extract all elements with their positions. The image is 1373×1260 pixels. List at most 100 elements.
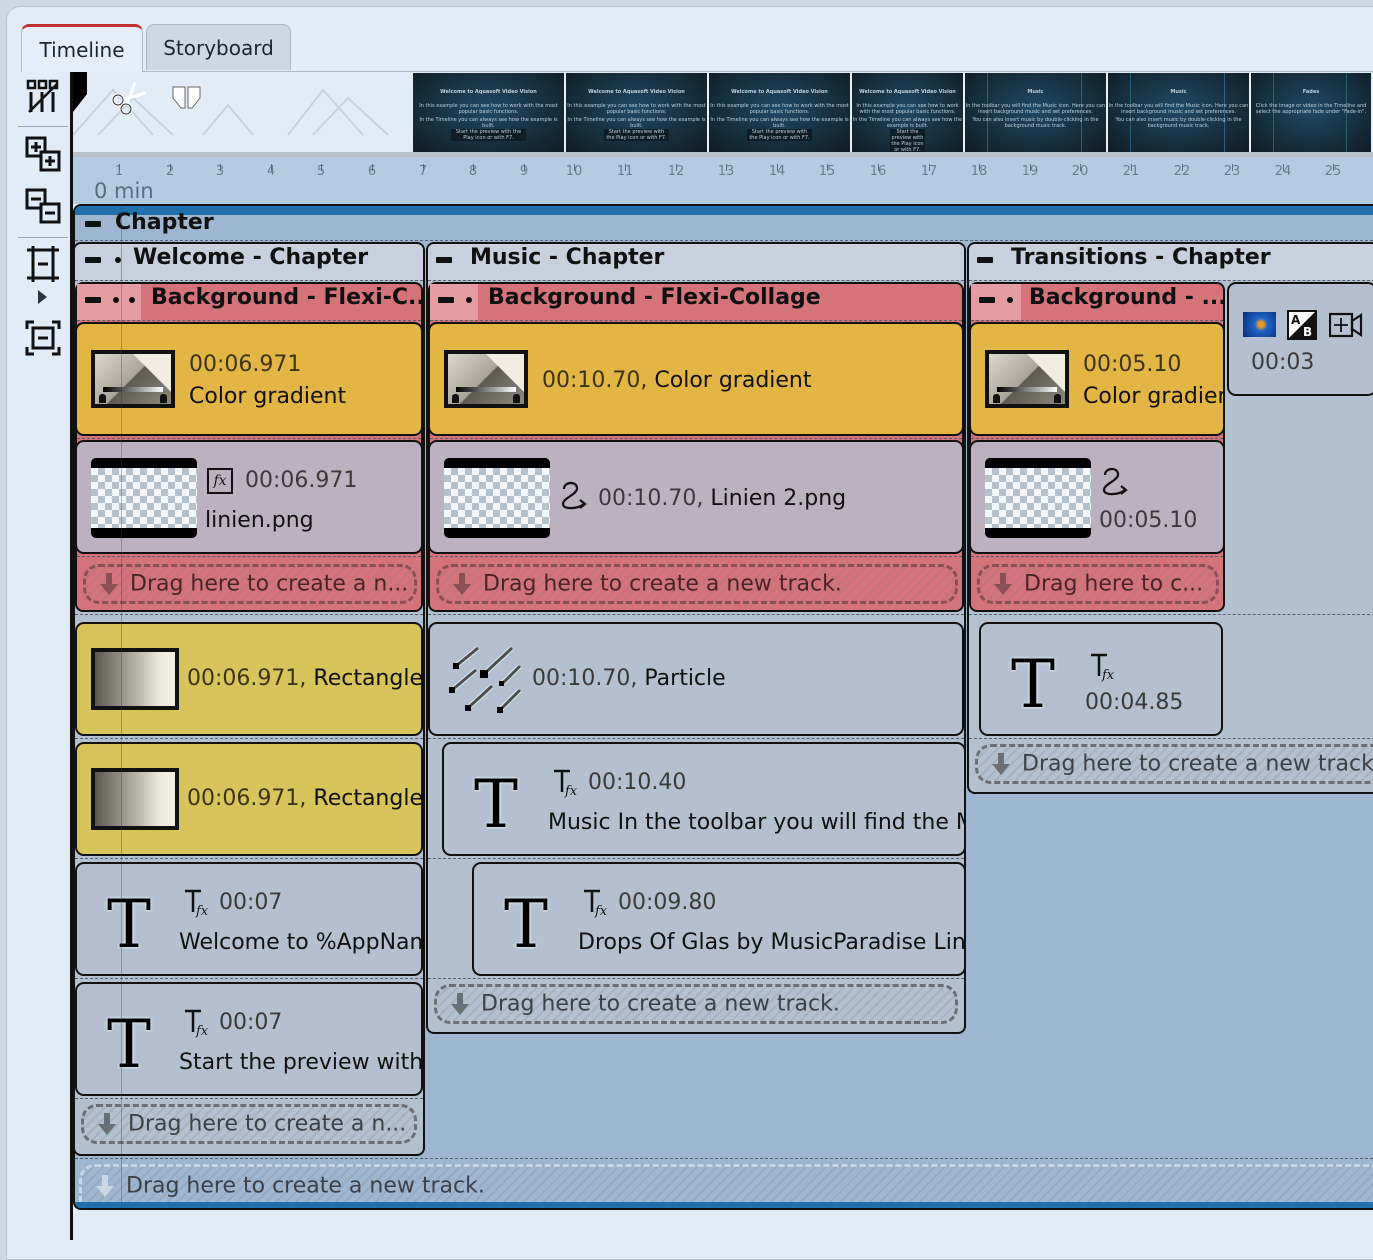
image-thumbnail [985, 458, 1091, 538]
row-divider [430, 438, 962, 439]
ruler-tick [524, 164, 525, 171]
drag-new-track-zone[interactable]: Drag here to create a n... [83, 564, 417, 604]
collapse-all-button[interactable] [23, 186, 63, 226]
camera-pan-icon [1329, 312, 1363, 338]
ruler-tick [271, 164, 272, 171]
expand-menu-arrow-icon[interactable] [38, 290, 47, 304]
text-fx-icon: fx [584, 889, 608, 918]
clip-text[interactable]: T fx 00:04.85 [979, 622, 1223, 736]
drag-new-track-zone[interactable]: Drag here to create a new track. [436, 564, 958, 604]
drag-new-track-zone[interactable]: Drag here to c... [977, 564, 1219, 604]
clip-label: 00:10.70, Color gradient [542, 368, 812, 393]
thumbnail-title: Welcome to Aquasoft Video Vision [731, 89, 828, 95]
clip-text[interactable]: T fx 00:09.80 Drops Of Glas by MusicPara… [472, 862, 966, 976]
preview-thumbnail[interactable]: Music In the toolbar you will find the Mu… [965, 73, 1108, 152]
chapter-transitions[interactable]: Transitions - Chapter Background - ... 0… [967, 242, 1373, 794]
text-object-icon: T [474, 766, 519, 843]
clip-image[interactable]: fx 00:06.971 linien.png [75, 440, 423, 554]
ruler-tick [827, 164, 828, 171]
image-thumbnail [91, 458, 197, 538]
ruler-unit-label: 0 min [94, 179, 154, 203]
flexi-title: Background - Flexi-C... [151, 285, 434, 310]
flexi-collapse-icon[interactable] [979, 297, 995, 303]
drag-zone-label: Drag here to create a new track. [126, 1173, 485, 1198]
clip-name: Color gradient [189, 384, 347, 409]
text-object-icon: T [1011, 646, 1056, 723]
drag-new-track-zone[interactable]: Drag here to create a new track. [975, 744, 1373, 784]
clip-label: 00:06.971, Rectangle [187, 666, 423, 691]
expand-all-button[interactable] [23, 134, 63, 174]
chapter-title: Transitions - Chapter [1011, 245, 1271, 270]
root-chapter-title: Chapter [115, 210, 214, 235]
chapter-collapse-icon[interactable] [85, 257, 101, 263]
preview-thumbnail[interactable]: Welcome to Aquasoft Video Vision In this … [852, 73, 965, 152]
split-tracks-button[interactable] [23, 76, 63, 116]
preview-thumbnail[interactable]: Fades Click the image or video in the Tim… [1251, 73, 1373, 152]
thumbnail-text: In the toolbar you will find the Music i… [965, 103, 1106, 115]
clip-text[interactable]: T fx 00:07 Welcome to %AppNam [75, 862, 423, 976]
row-divider [428, 858, 964, 859]
flexi-collage[interactable]: Background - Flexi-C... 00:06.971 Color … [75, 282, 433, 612]
tab-storyboard[interactable]: Storyboard [146, 24, 291, 70]
root-chapter-collapse-icon[interactable] [85, 221, 101, 227]
drag-new-track-zone-root[interactable]: Drag here to create a new track. [79, 1164, 1373, 1204]
scissors-icon[interactable] [110, 80, 150, 116]
marker-icon[interactable] [172, 86, 202, 112]
timeline-area[interactable]: Chapter Welcome - Chapter Background - F… [73, 204, 1373, 1210]
flexi-collapse-icon[interactable] [438, 297, 454, 303]
preview-thumbnail[interactable]: Welcome to Aquasoft Video Vision In this … [566, 73, 709, 152]
flexi-collage[interactable]: Background - ... 00:05.10 Color gradien … [969, 282, 1227, 612]
clip-duration: 00:10.70, [542, 368, 648, 393]
flexi-title: Background - ... [1029, 285, 1227, 310]
text-fx-icon: fx [1091, 653, 1115, 682]
ruler-tick [473, 164, 474, 171]
thumbnail-text: Click the image or video in the Timeline… [1255, 103, 1367, 115]
row-divider [971, 320, 1223, 321]
clip-name: Rectangle [313, 666, 423, 691]
row-divider [75, 280, 423, 281]
flexi-collapse-icon[interactable] [85, 297, 101, 303]
flexi-collage[interactable]: Background - Flexi-Collage 00:10.70, Col… [428, 282, 964, 612]
thumbnail-text: You can also insert music by double-clic… [972, 117, 1099, 129]
thumbnail-text: Start the preview with the Play icon or … [890, 129, 925, 152]
drag-new-track-zone[interactable]: Drag here to create a new track. [434, 984, 958, 1024]
clip-color-gradient[interactable]: 00:05.10 Color gradien [969, 322, 1225, 436]
arrow-down-icon [98, 1113, 116, 1135]
clip-label: 00:10.70, Linien 2.png [598, 486, 846, 511]
clip-label: 00:06.971, Rectangle [187, 786, 421, 811]
clip-particle[interactable]: 00:10.70, Particle [428, 622, 964, 736]
preview-thumbnail[interactable]: Welcome to Aquasoft Video Vision In this … [709, 73, 852, 152]
clip-image[interactable]: 00:10.70, Linien 2.png [428, 440, 964, 554]
clip-color-gradient[interactable]: 00:10.70, Color gradient [428, 322, 964, 436]
clip-name: Particle [644, 666, 726, 691]
arrow-down-icon [994, 573, 1012, 595]
chapter-welcome[interactable]: Welcome - Chapter Background - Flexi-C..… [75, 242, 433, 1156]
chapter-collapse-icon[interactable] [977, 257, 993, 263]
tab-timeline[interactable]: Timeline [21, 24, 143, 72]
fit-timeline-button[interactable] [23, 244, 63, 284]
clip-text[interactable]: T fx 00:07 Start the preview with [75, 982, 423, 1096]
preview-thumbnail[interactable]: Welcome to Aquasoft Video Vision In this … [413, 73, 566, 152]
row-divider [969, 280, 1373, 281]
row-divider [75, 978, 423, 979]
clip-text[interactable]: T fx 00:10.40 Music In the toolbar you w… [442, 742, 966, 856]
tab-storyboard-label: Storyboard [163, 35, 274, 60]
image-transition-icon [1243, 312, 1276, 337]
toolbar-separator [18, 237, 68, 238]
ruler-tick [929, 164, 930, 171]
drag-zone-label: Drag here to create a n... [130, 571, 409, 597]
clip-image[interactable]: 00:05.10 [969, 440, 1225, 554]
zoom-timeline-button[interactable] [23, 318, 63, 358]
clip-name: Welcome to %AppNam [179, 930, 423, 955]
clip-rectangle[interactable]: 00:06.971, Rectangle [75, 622, 423, 736]
clip-color-gradient[interactable]: 00:06.971 Color gradient [75, 322, 423, 436]
color-gradient-icon [91, 350, 175, 408]
chapter-collapse-icon[interactable] [436, 257, 452, 263]
preview-thumbnail[interactable]: Music In the toolbar you will find the Mu… [1108, 73, 1251, 152]
drag-new-track-zone[interactable]: Drag here to create a n... [81, 1104, 417, 1144]
transition-block[interactable]: AB 00:03 [1227, 282, 1373, 396]
rectangle-icon [91, 648, 179, 710]
chapter-music[interactable]: Music - Chapter Background - Flexi-Colla… [426, 242, 966, 1034]
thumbnail-title: Music [1027, 89, 1044, 95]
clip-rectangle[interactable]: 00:06.971, Rectangle [75, 742, 423, 856]
